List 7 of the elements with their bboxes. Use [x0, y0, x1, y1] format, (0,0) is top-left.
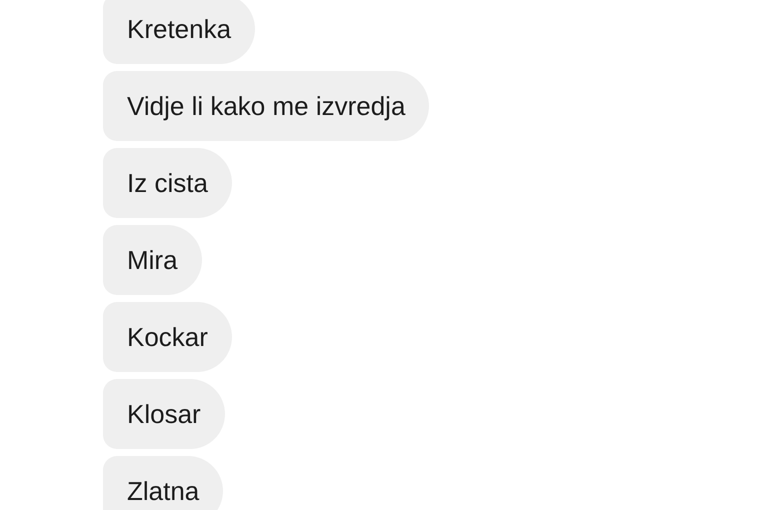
message-bubble: Kretenka	[103, 0, 256, 64]
message-bubble: Vidje li kako me izvredja	[103, 71, 430, 141]
message-bubble: Klosar	[103, 379, 225, 449]
message-bubble: Mira	[103, 225, 202, 295]
message-bubble: Kockar	[103, 302, 232, 372]
message-bubble: Iz cista	[103, 148, 232, 218]
message-bubble: Zlatna	[103, 456, 224, 510]
